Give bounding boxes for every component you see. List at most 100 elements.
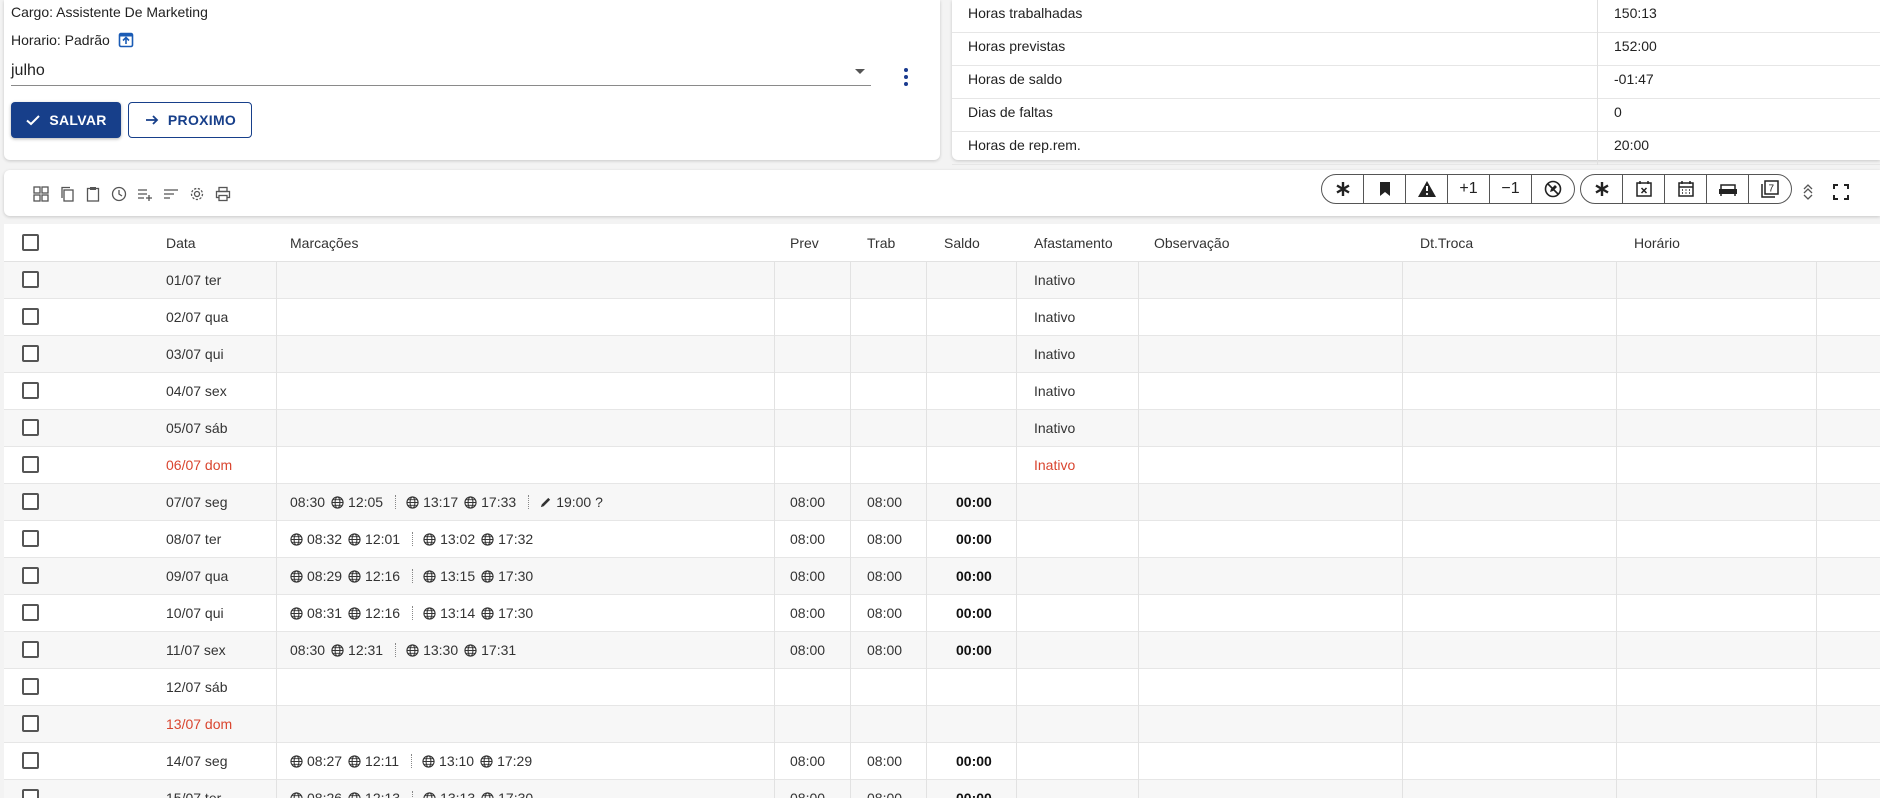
table-row[interactable]: 14/07 seg 08:00 08:00 00:00 08:27 12:11 13:10 1… (4, 743, 1880, 780)
row-checkbox[interactable] (22, 789, 39, 798)
table-row[interactable]: 12/07 sáb (4, 669, 1880, 706)
punch-time[interactable]: 13:30 (406, 642, 464, 658)
punch-time[interactable]: 08:26 (290, 790, 348, 798)
more-vert-icon[interactable] (904, 68, 908, 86)
col-marcacoes[interactable]: Marcações (290, 235, 358, 251)
marcacoes-cell[interactable]: 08:26 12:13 13:13 17:30 (290, 790, 539, 798)
punch-time[interactable]: 13:13 (423, 790, 481, 798)
punch-time[interactable]: 13:02 (423, 531, 481, 547)
clock-icon[interactable] (109, 184, 129, 204)
clipboard-icon[interactable] (83, 184, 103, 204)
table-row[interactable]: 02/07 qua Inativo (4, 299, 1880, 336)
punch-time[interactable]: 08:27 (290, 753, 348, 769)
table-row[interactable]: 05/07 sáb Inativo (4, 410, 1880, 447)
table-row[interactable]: 03/07 qui Inativo (4, 336, 1880, 373)
punch-time[interactable]: 08:31 (290, 605, 348, 621)
punch-time[interactable]: 17:30 (481, 568, 539, 584)
col-afastamento[interactable]: Afastamento (1034, 235, 1113, 251)
punch-time[interactable]: 12:16 (348, 605, 406, 621)
table-row[interactable]: 10/07 qui 08:00 08:00 00:00 08:31 12:16 13:14 1… (4, 595, 1880, 632)
table-row[interactable]: 06/07 dom Inativo (4, 447, 1880, 484)
marcacoes-cell[interactable]: 08:30 12:31 13:30 17:31 (290, 642, 522, 658)
copy-icon[interactable] (57, 184, 77, 204)
marcacoes-cell[interactable]: 08:29 12:16 13:15 17:30 (290, 568, 539, 584)
month-select[interactable]: julho (11, 58, 871, 86)
col-horario[interactable]: Horário (1634, 235, 1680, 251)
punch-time[interactable]: 13:14 (423, 605, 481, 621)
expand-all-icon[interactable] (1798, 182, 1818, 202)
calendar-seven-icon[interactable]: 7 (1749, 175, 1791, 203)
marcacoes-cell[interactable]: 08:31 12:16 13:14 17:30 (290, 605, 539, 621)
table-row[interactable]: 15/07 ter 08:00 08:00 00:00 08:26 12:13 13:13 1… (4, 780, 1880, 798)
table-row[interactable]: 08/07 ter 08:00 08:00 00:00 08:32 12:01 13:02 1… (4, 521, 1880, 558)
calendar-icon[interactable] (1665, 175, 1707, 203)
minus-one-button[interactable]: −1 (1490, 175, 1532, 203)
marcacoes-cell[interactable]: 08:27 12:11 13:10 17:29 (290, 753, 538, 769)
punch-time[interactable]: 17:30 (481, 605, 539, 621)
asterisk-icon[interactable] (1322, 175, 1364, 203)
col-prev[interactable]: Prev (790, 235, 819, 251)
marcacoes-cell[interactable]: 08:30 12:05 13:17 17:33 19:00 ? (290, 494, 609, 510)
plus-one-button[interactable]: +1 (1448, 175, 1490, 203)
punch-time[interactable]: 12:01 (348, 531, 406, 547)
punch-time[interactable]: 17:31 (464, 642, 522, 658)
punch-time[interactable]: 13:17 (406, 494, 464, 510)
punch-time[interactable]: 12:13 (348, 790, 406, 798)
row-checkbox[interactable] (22, 419, 39, 436)
bookmark-icon[interactable] (1364, 175, 1406, 203)
open-external-icon[interactable] (118, 32, 134, 48)
row-checkbox[interactable] (22, 271, 39, 288)
row-checkbox[interactable] (22, 752, 39, 769)
asterisk-icon[interactable] (1581, 175, 1623, 203)
warning-icon[interactable] (1406, 175, 1448, 203)
select-all-checkbox[interactable] (22, 234, 39, 251)
row-checkbox[interactable] (22, 345, 39, 362)
col-observacao[interactable]: Observação (1154, 235, 1229, 251)
settings-icon[interactable] (187, 184, 207, 204)
next-button[interactable]: PROXIMO (128, 102, 252, 138)
print-icon[interactable] (213, 184, 233, 204)
punch-time[interactable]: 17:33 (464, 494, 522, 510)
table-row[interactable]: 13/07 dom (4, 706, 1880, 743)
col-saldo[interactable]: Saldo (944, 235, 980, 251)
couch-icon[interactable] (1707, 175, 1749, 203)
row-checkbox[interactable] (22, 308, 39, 325)
punch-time[interactable]: 17:29 (480, 753, 538, 769)
row-checkbox[interactable] (22, 678, 39, 695)
row-checkbox[interactable] (22, 567, 39, 584)
add-list-icon[interactable] (135, 184, 155, 204)
grid-icon[interactable] (31, 184, 51, 204)
save-button[interactable]: SALVAR (11, 102, 121, 138)
punch-time[interactable]: 12:11 (348, 753, 405, 769)
table-row[interactable]: 07/07 seg 08:00 08:00 00:00 08:30 12:05 13:17 1… (4, 484, 1880, 521)
punch-time[interactable]: 19:00 ? (539, 494, 609, 510)
row-checkbox[interactable] (22, 715, 39, 732)
row-checkbox[interactable] (22, 641, 39, 658)
punch-time[interactable]: 08:30 (290, 494, 331, 510)
row-checkbox[interactable] (22, 493, 39, 510)
table-row[interactable]: 11/07 sex 08:00 08:00 00:00 08:30 12:31 13:30 1… (4, 632, 1880, 669)
edit-off-icon[interactable] (1532, 175, 1574, 203)
punch-time[interactable]: 08:32 (290, 531, 348, 547)
punch-time[interactable]: 13:10 (422, 753, 480, 769)
punch-time[interactable]: 17:32 (481, 531, 539, 547)
fullscreen-icon[interactable] (1831, 182, 1851, 202)
punch-time[interactable]: 13:15 (423, 568, 481, 584)
row-checkbox[interactable] (22, 382, 39, 399)
punch-time[interactable]: 08:30 (290, 642, 331, 658)
col-data[interactable]: Data (166, 235, 196, 251)
table-row[interactable]: 01/07 ter Inativo (4, 262, 1880, 299)
marcacoes-cell[interactable]: 08:32 12:01 13:02 17:32 (290, 531, 539, 547)
punch-time[interactable]: 08:29 (290, 568, 348, 584)
punch-time[interactable]: 17:30 (481, 790, 539, 798)
calendar-x-icon[interactable] (1623, 175, 1665, 203)
punch-time[interactable]: 12:31 (331, 642, 389, 658)
col-trab[interactable]: Trab (867, 235, 895, 251)
table-row[interactable]: 04/07 sex Inativo (4, 373, 1880, 410)
table-row[interactable]: 09/07 qua 08:00 08:00 00:00 08:29 12:16 13:15 1… (4, 558, 1880, 595)
row-checkbox[interactable] (22, 604, 39, 621)
sort-icon[interactable] (161, 184, 181, 204)
row-checkbox[interactable] (22, 456, 39, 473)
col-dttroca[interactable]: Dt.Troca (1420, 235, 1473, 251)
row-checkbox[interactable] (22, 530, 39, 547)
